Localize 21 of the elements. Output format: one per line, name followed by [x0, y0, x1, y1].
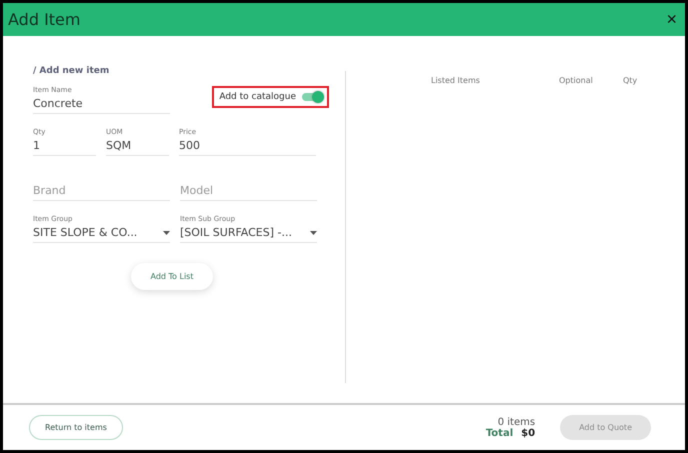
- caret-icon: [310, 230, 317, 234]
- dialog-title: Add Item: [8, 10, 80, 29]
- return-button[interactable]: Return to items: [29, 415, 123, 440]
- column-header: Qty: [623, 76, 638, 87]
- input-field[interactable]: 1: [33, 139, 96, 152]
- input-field[interactable]: 500: [179, 139, 316, 152]
- total-value: $0: [521, 428, 536, 438]
- section-heading: / Add new item: [33, 66, 110, 76]
- select-field[interactable]: [SOIL SURFACES] -...: [180, 226, 317, 239]
- input-field[interactable]: SQM: [106, 139, 169, 152]
- column-header: Optional: [559, 76, 594, 87]
- column-header: Listed Items: [431, 76, 481, 87]
- toggle-switch[interactable]: [302, 93, 322, 101]
- select-field[interactable]: SITE SLOPE & CO...: [33, 226, 170, 239]
- add-to-list-button[interactable]: Add To List: [130, 263, 214, 290]
- close-button[interactable]: ×: [666, 9, 677, 30]
- item-count: 0 items: [498, 416, 536, 428]
- total-label: Total: [486, 428, 514, 438]
- caret-icon: [163, 230, 170, 234]
- toggle-label: Add to catalogue: [219, 92, 296, 102]
- input-field[interactable]: Concrete: [33, 97, 170, 110]
